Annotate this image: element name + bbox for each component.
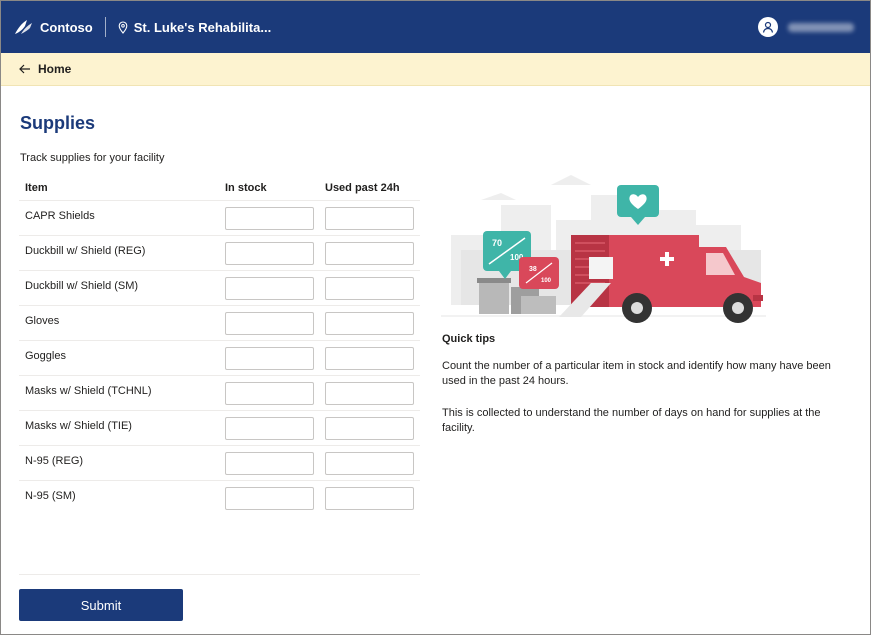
in-stock-input[interactable]	[225, 487, 314, 510]
page-subtitle: Track supplies for your facility	[20, 152, 165, 164]
location-pin-icon	[118, 20, 128, 34]
used-cell	[325, 376, 420, 405]
brand-name: Contoso	[40, 19, 93, 35]
in-stock-input[interactable]	[225, 417, 314, 440]
page-title: Supplies	[20, 113, 96, 133]
item-label: CAPR Shields	[25, 210, 95, 222]
badge-2-top: 38	[529, 266, 537, 273]
item-label: Gloves	[25, 315, 60, 327]
item-label: Masks w/ Shield (TIE)	[25, 420, 132, 432]
tips-title: Quick tips	[442, 333, 496, 345]
header-divider	[104, 17, 106, 37]
in-stock-input[interactable]	[225, 382, 314, 405]
in-stock-cell	[225, 411, 325, 440]
table-row: N-95 (REG)	[19, 446, 420, 481]
submit-button[interactable]: Submit	[19, 589, 183, 621]
table-row: Masks w/ Shield (TIE)	[19, 411, 420, 446]
used-past-24h-input[interactable]	[325, 277, 414, 300]
supplies-table: Item In stock Used past 24h CAPR Shields…	[19, 175, 420, 516]
top-bar: Contoso St. Luke's Rehabilita...	[1, 1, 870, 53]
table-row: Gloves	[19, 306, 420, 341]
avatar[interactable]	[758, 17, 778, 37]
in-stock-cell	[225, 306, 325, 335]
table-row: Duckbill w/ Shield (SM)	[19, 271, 420, 306]
used-past-24h-input[interactable]	[325, 347, 414, 370]
arrow-left-icon	[19, 64, 30, 74]
in-stock-input[interactable]	[225, 347, 314, 370]
used-past-24h-input[interactable]	[325, 452, 414, 475]
facility-name: St. Luke's Rehabilita...	[133, 19, 272, 35]
used-past-24h-input[interactable]	[325, 382, 414, 405]
user-menu[interactable]	[758, 17, 854, 37]
item-label: Masks w/ Shield (TCHNL)	[25, 385, 152, 397]
in-stock-cell	[225, 481, 325, 510]
table-row: CAPR Shields	[19, 201, 420, 236]
in-stock-cell	[225, 201, 325, 230]
used-cell	[325, 271, 420, 300]
used-cell	[325, 341, 420, 370]
in-stock-cell	[225, 446, 325, 475]
item-label: Duckbill w/ Shield (SM)	[25, 280, 139, 292]
used-cell	[325, 236, 420, 265]
supply-truck-illustration: 70 100 38 100	[441, 175, 766, 323]
in-stock-cell	[225, 376, 325, 405]
breadcrumb-bar: Home	[1, 53, 870, 86]
table-header: Item In stock Used past 24h	[19, 175, 420, 201]
badge-2-bottom: 100	[541, 278, 552, 284]
used-cell	[325, 201, 420, 230]
in-stock-cell	[225, 236, 325, 265]
user-name-blurred	[788, 22, 854, 32]
column-header-in-stock: In stock	[225, 181, 267, 194]
used-past-24h-input[interactable]	[325, 487, 414, 510]
used-cell	[325, 446, 420, 475]
person-icon	[762, 21, 774, 33]
used-cell	[325, 411, 420, 440]
table-body: CAPR Shields Duckbill w/ Shield (REG) Duck…	[19, 201, 420, 516]
table-row: N-95 (SM)	[19, 481, 420, 516]
used-cell	[325, 481, 420, 510]
in-stock-input[interactable]	[225, 277, 314, 300]
in-stock-cell	[225, 271, 325, 300]
table-row: Duckbill w/ Shield (REG)	[19, 236, 420, 271]
used-past-24h-input[interactable]	[325, 207, 414, 230]
in-stock-cell	[225, 341, 325, 370]
back-home-link[interactable]: Home	[19, 62, 71, 76]
footer-divider	[19, 574, 420, 575]
used-past-24h-input[interactable]	[325, 417, 414, 440]
used-cell	[325, 306, 420, 335]
in-stock-input[interactable]	[225, 207, 314, 230]
used-past-24h-input[interactable]	[325, 312, 414, 335]
item-label: N-95 (REG)	[25, 455, 84, 467]
brand[interactable]: Contoso	[13, 18, 93, 36]
column-header-item: Item	[25, 181, 48, 194]
in-stock-input[interactable]	[225, 452, 314, 475]
tips-paragraph-1: Count the number of a particular item in…	[442, 360, 831, 387]
facility-selector[interactable]: St. Luke's Rehabilita...	[118, 20, 271, 35]
in-stock-input[interactable]	[225, 242, 314, 265]
badge-1-top: 70	[492, 238, 502, 248]
in-stock-input[interactable]	[225, 312, 314, 335]
item-label: N-95 (SM)	[25, 490, 76, 502]
tips-paragraph-2: This is collected to understand the numb…	[442, 407, 821, 434]
item-label: Goggles	[25, 350, 66, 362]
table-row: Goggles	[19, 341, 420, 376]
item-label: Duckbill w/ Shield (REG)	[25, 245, 146, 257]
table-row: Masks w/ Shield (TCHNL)	[19, 376, 420, 411]
back-label: Home	[38, 62, 72, 76]
contoso-logo-icon	[15, 20, 32, 34]
used-past-24h-input[interactable]	[325, 242, 414, 265]
column-header-used: Used past 24h	[325, 181, 400, 194]
